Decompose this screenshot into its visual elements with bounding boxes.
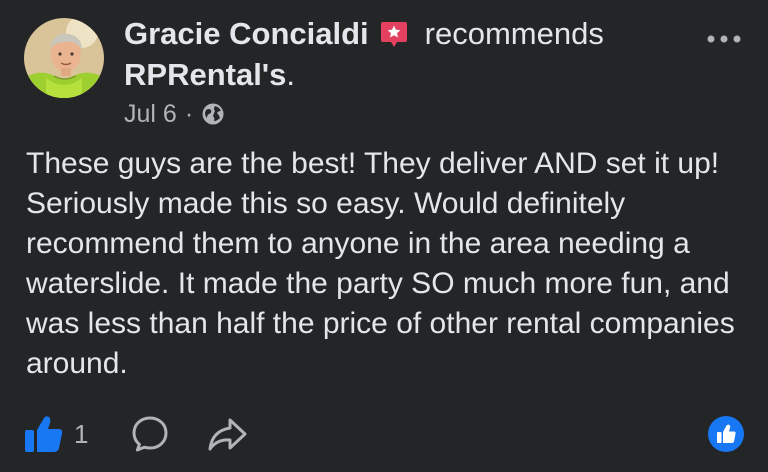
comment-button[interactable] [130, 414, 170, 454]
post-meta: Jul 6 · [124, 98, 225, 130]
like-button[interactable]: 1 [24, 415, 88, 453]
more-options-button[interactable] [700, 24, 748, 54]
like-reaction-icon[interactable] [708, 416, 744, 452]
globe-icon[interactable] [201, 102, 225, 126]
post-header: Gracie Concialdi recommends [124, 14, 604, 54]
recommendation-star-icon [379, 19, 409, 49]
like-count: 1 [74, 418, 89, 449]
post-date[interactable]: Jul 6 [124, 100, 177, 129]
more-options-icon [707, 35, 741, 43]
recommended-page: RPRental's . [124, 55, 295, 95]
thumbs-up-icon [25, 416, 63, 452]
post-card: Gracie Concialdi recommends RPRental's .… [0, 0, 768, 472]
post-body: These guys are the best! They deliver AN… [26, 147, 735, 380]
recommends-label: recommends [424, 16, 604, 51]
comment-icon [132, 416, 168, 452]
share-icon [208, 418, 247, 451]
page-name-suffix: . [286, 57, 296, 92]
avatar-image [24, 18, 104, 98]
post-actions: 1 [24, 413, 248, 455]
meta-separator: · [184, 99, 194, 128]
share-button[interactable] [206, 415, 248, 453]
page-name-link[interactable]: RPRental's [124, 57, 286, 93]
avatar[interactable] [24, 18, 104, 98]
author-name[interactable]: Gracie Concialdi [124, 16, 369, 52]
